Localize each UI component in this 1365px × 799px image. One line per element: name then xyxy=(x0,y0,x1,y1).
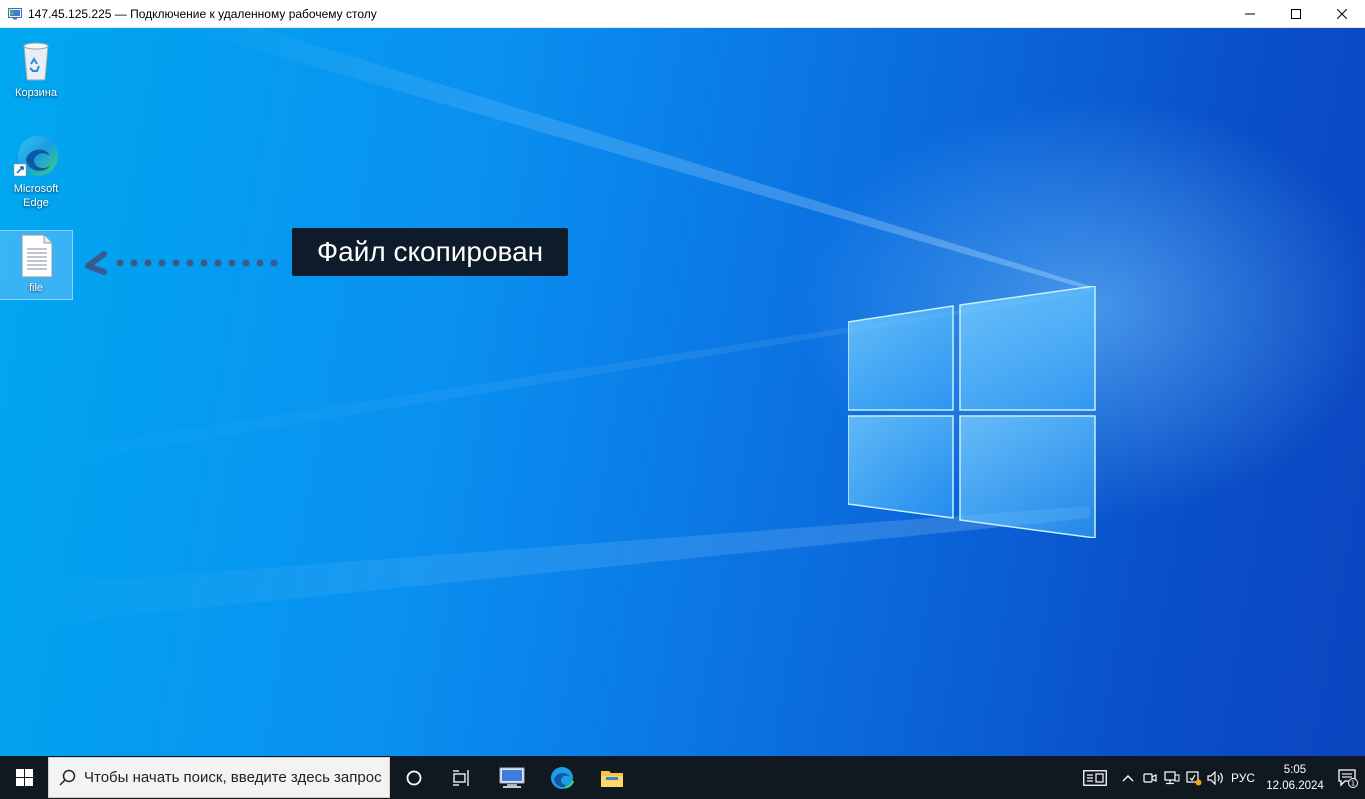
window-title: 147.45.125.225 — Подключение к удаленном… xyxy=(28,6,377,21)
dotted-arrow-icon xyxy=(85,251,278,275)
close-button[interactable] xyxy=(1319,0,1365,27)
remote-desktop-app-icon xyxy=(499,767,525,788)
system-tray: РУС 5:05 12.06.2024 1 xyxy=(1073,756,1365,799)
desktop-icon-file[interactable]: file xyxy=(0,230,73,300)
action-center-button[interactable]: 1 xyxy=(1331,756,1365,799)
task-view-icon xyxy=(453,769,469,786)
tray-security-button[interactable] xyxy=(1183,756,1205,799)
recycle-bin-icon xyxy=(23,42,49,81)
task-view-button[interactable] xyxy=(438,756,486,799)
clock-date: 12.06.2024 xyxy=(1266,779,1324,792)
remote-desktop-icon xyxy=(8,7,22,19)
language-indicator[interactable]: РУС xyxy=(1227,756,1259,799)
text-file-icon xyxy=(21,234,53,278)
volume-icon xyxy=(1207,770,1223,785)
maximize-button[interactable] xyxy=(1273,0,1319,27)
desktop-icon-label: Microsoft Edge xyxy=(13,183,59,209)
tray-network-button[interactable] xyxy=(1161,756,1183,799)
minimize-button[interactable] xyxy=(1227,0,1273,27)
camera-icon xyxy=(1143,772,1157,783)
taskbar-app-remote-desktop[interactable] xyxy=(486,756,538,799)
search-box[interactable]: Чтобы начать поиск, введите здесь запрос xyxy=(48,757,390,798)
close-icon xyxy=(1337,8,1347,19)
search-icon xyxy=(59,769,76,786)
network-icon xyxy=(1164,770,1180,784)
taskbar: Чтобы начать поиск, введите здесь запрос xyxy=(0,756,1365,799)
tray-meeting-button[interactable] xyxy=(1139,756,1161,799)
news-icon xyxy=(1083,769,1107,786)
clock[interactable]: 5:05 12.06.2024 xyxy=(1259,756,1331,799)
folder-icon xyxy=(601,770,623,787)
desktop-icon-recycle-bin[interactable]: Корзина xyxy=(0,36,72,100)
show-hidden-icons-button[interactable] xyxy=(1117,756,1139,799)
wallpaper-light-beams xyxy=(0,28,1090,628)
notification-icon: 1 xyxy=(1338,768,1358,788)
rdp-window: 147.45.125.225 — Подключение к удаленном… xyxy=(0,0,1365,799)
tray-volume-button[interactable] xyxy=(1205,756,1227,799)
cortana-button[interactable] xyxy=(390,756,438,799)
minimize-icon xyxy=(1245,13,1255,14)
taskbar-app-file-explorer[interactable] xyxy=(586,756,638,799)
cortana-icon xyxy=(406,770,422,785)
desktop[interactable]: Корзина Microsoft Edge file Файл скопиро… xyxy=(0,28,1365,756)
window-controls xyxy=(1227,0,1365,27)
chevron-up-icon xyxy=(1122,774,1134,781)
maximize-icon xyxy=(1291,8,1301,19)
clock-time: 5:05 xyxy=(1283,763,1307,776)
security-alert-icon xyxy=(1186,770,1202,785)
copied-notification: Файл скопирован xyxy=(292,228,568,276)
desktop-icon-edge[interactable]: Microsoft Edge xyxy=(0,132,72,210)
edge-icon xyxy=(13,136,58,177)
title-bar: 147.45.125.225 — Подключение к удаленном… xyxy=(0,0,1365,28)
windows-logo xyxy=(848,286,1096,538)
news-widget-button[interactable] xyxy=(1073,756,1117,799)
notification-count: 1 xyxy=(1351,779,1355,787)
start-button[interactable] xyxy=(0,756,48,799)
search-placeholder: Чтобы начать поиск, введите здесь запрос xyxy=(84,769,382,786)
desktop-icon-label: file xyxy=(28,282,44,294)
taskbar-app-edge[interactable] xyxy=(538,756,586,799)
desktop-icon-label: Корзина xyxy=(15,87,57,99)
windows-start-icon xyxy=(15,769,33,786)
edge-icon xyxy=(551,766,575,789)
